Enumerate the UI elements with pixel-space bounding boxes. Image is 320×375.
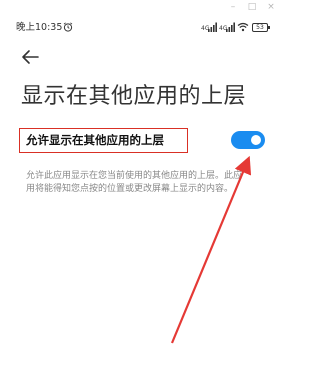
toggle-knob: [251, 135, 261, 145]
window-controls: – □ ×: [0, 0, 284, 16]
battery-tip: [268, 26, 270, 29]
signal-icon: 4G: [201, 22, 217, 32]
minimize-button[interactable]: –: [226, 1, 240, 13]
maximize-button[interactable]: □: [245, 1, 259, 13]
wifi-icon: [237, 22, 249, 32]
overlay-permission-toggle[interactable]: [231, 131, 265, 149]
svg-text:4G: 4G: [219, 25, 228, 32]
battery-indicator: 53: [252, 23, 268, 32]
alarm-icon: [63, 22, 73, 32]
back-arrow-icon[interactable]: [20, 48, 40, 66]
close-button[interactable]: ×: [264, 1, 278, 13]
setting-label-highlighted: 允许显示在其他应用的上层: [19, 128, 188, 153]
screen: – □ × 晚上10:35 4G 4G 53 显示在其他应用的上层 允许显示在其…: [0, 0, 284, 375]
page-title: 显示在其他应用的上层: [21, 84, 247, 109]
status-bar: 晚上10:35 4G 4G 53: [0, 18, 284, 38]
status-time: 晚上10:35: [16, 22, 63, 33]
setting-description: 允许此应用显示在您当前使用的其他应用的上层。此应用将能得知您点按的位置或更改屏幕…: [26, 171, 243, 194]
signal-icon: 4G: [219, 22, 235, 32]
svg-text:4G: 4G: [201, 25, 210, 32]
